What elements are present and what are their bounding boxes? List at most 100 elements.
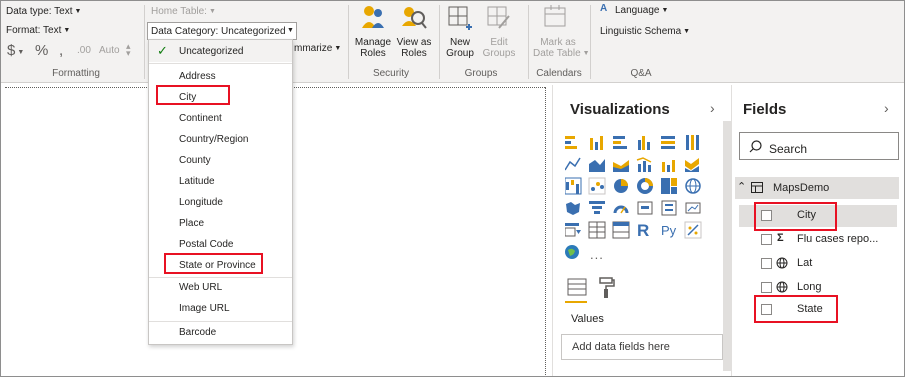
menu-item-address[interactable]: Address bbox=[179, 71, 216, 82]
menu-item-place[interactable]: Place bbox=[179, 218, 204, 229]
line-and-column-chart-icon bbox=[636, 157, 652, 172]
python-visual-icon: Py bbox=[661, 223, 677, 238]
home-table-dropdown[interactable]: Home Table: ▼ bbox=[151, 6, 216, 17]
mark-as-date-table-button[interactable]: Mark as Date Table ▼ bbox=[533, 37, 590, 59]
highlight-box-state-menu bbox=[164, 253, 263, 274]
field-item-flu-cases[interactable]: Σ Flu cases repo... bbox=[739, 229, 899, 251]
field-item-lat[interactable]: Lat bbox=[739, 253, 899, 275]
separator bbox=[590, 5, 591, 79]
stacked-bar-chart-icon bbox=[565, 136, 577, 149]
chevron-right-icon[interactable]: › bbox=[884, 100, 889, 116]
table-icon bbox=[588, 221, 606, 239]
separator bbox=[144, 5, 145, 79]
field-label: Long bbox=[797, 281, 822, 293]
line-and-clustered-column-icon bbox=[662, 160, 675, 172]
checkmark-icon: ✓ bbox=[157, 43, 168, 58]
manage-roles-icon bbox=[362, 6, 384, 28]
linguistic-schema-dropdown[interactable]: Linguistic Schema ▼ bbox=[600, 26, 690, 37]
clustered-bar-chart-icon bbox=[613, 136, 627, 149]
ribbon-chart-icon bbox=[685, 158, 699, 172]
edit-groups-button[interactable]: Edit Groups bbox=[479, 37, 519, 59]
format-dropdown[interactable]: Format: Text ▼ bbox=[6, 25, 70, 36]
chevron-right-icon[interactable]: › bbox=[710, 100, 715, 116]
globe-icon bbox=[776, 281, 788, 293]
highlight-box-state-field bbox=[754, 295, 838, 323]
summarize-dropdown[interactable]: mmarize ▼ bbox=[294, 43, 341, 54]
data-category-dropdown[interactable]: Data Category: Uncategorized ▼ bbox=[147, 22, 297, 40]
menu-item-image-url[interactable]: Image URL bbox=[179, 303, 230, 314]
field-checkbox[interactable] bbox=[761, 258, 772, 269]
menu-item-web-url[interactable]: Web URL bbox=[179, 282, 222, 293]
menu-item-latitude[interactable]: Latitude bbox=[179, 176, 215, 187]
donut-chart-icon bbox=[637, 178, 653, 194]
menu-item-county[interactable]: County bbox=[179, 155, 211, 166]
chevron-down-icon: ▼ bbox=[287, 27, 294, 34]
qa-group-label: Q&A bbox=[630, 68, 652, 79]
calendars-group-label: Calendars bbox=[536, 68, 582, 79]
menu-item-continent[interactable]: Continent bbox=[179, 113, 222, 124]
fields-search-input[interactable] bbox=[739, 132, 899, 160]
edit-groups-icon bbox=[487, 6, 510, 29]
groups-group-label: Groups bbox=[464, 68, 498, 79]
highlight-box-city-menu bbox=[156, 85, 230, 105]
field-checkbox[interactable] bbox=[761, 282, 772, 293]
table-name: MapsDemo bbox=[773, 182, 830, 194]
pie-chart-icon bbox=[614, 179, 628, 193]
funnel-chart-icon bbox=[589, 201, 605, 214]
comma-button[interactable]: , bbox=[59, 42, 63, 59]
paint-roller-icon[interactable] bbox=[599, 277, 615, 299]
svg-text:R: R bbox=[637, 221, 649, 240]
menu-item-postal-code[interactable]: Postal Code bbox=[179, 239, 233, 250]
clustered-column-chart-icon bbox=[638, 136, 650, 150]
menu-separator bbox=[149, 63, 292, 64]
menu-item-country-region[interactable]: Country/Region bbox=[179, 134, 248, 145]
map-icon bbox=[685, 178, 701, 194]
language-icon: A bbox=[600, 3, 608, 14]
separator bbox=[439, 5, 440, 79]
visualizations-title: Visualizations bbox=[570, 101, 670, 118]
svg-text:Py: Py bbox=[661, 223, 677, 238]
security-group-label: Security bbox=[372, 68, 410, 79]
currency-button[interactable]: $ ▼ bbox=[7, 42, 24, 59]
matrix-icon bbox=[612, 221, 630, 239]
scatter-chart-icon bbox=[588, 177, 606, 195]
visual-types-grid[interactable]: R Py bbox=[565, 134, 725, 262]
menu-item-longitude[interactable]: Longitude bbox=[179, 197, 223, 208]
table-row-mapsdemo[interactable]: ⌃ MapsDemo bbox=[735, 177, 899, 199]
new-group-button[interactable]: New Group bbox=[441, 37, 479, 59]
treemap-icon bbox=[661, 178, 677, 194]
formatting-group-label: Formatting bbox=[52, 68, 100, 79]
menu-item-barcode[interactable]: Barcode bbox=[179, 327, 216, 338]
chevron-down-icon: ⌃ bbox=[737, 181, 747, 193]
view-as-roles-button[interactable]: View as Roles bbox=[394, 37, 434, 59]
menu-item-uncategorized[interactable]: Uncategorized bbox=[179, 46, 243, 57]
search-icon bbox=[749, 140, 762, 153]
field-checkbox[interactable] bbox=[761, 234, 772, 245]
language-dropdown[interactable]: Language ▼ bbox=[615, 5, 668, 16]
add-data-fields-dropzone[interactable]: Add data fields here bbox=[561, 334, 723, 360]
highlight-box-city-field bbox=[754, 202, 837, 231]
new-group-icon bbox=[448, 6, 472, 30]
arcgis-map-icon bbox=[565, 245, 579, 259]
canvas-border bbox=[545, 87, 546, 376]
waterfall-chart-icon bbox=[565, 177, 582, 195]
decimal-stepper-icon[interactable]: ▴ ▾ bbox=[126, 42, 131, 58]
more-visuals-button[interactable]: ... bbox=[590, 247, 604, 262]
decimal-places-input[interactable]: Auto bbox=[99, 45, 120, 56]
menu-separator bbox=[149, 321, 292, 322]
ribbon: Data type: Text ▼ Format: Text ▼ $ ▼ % , .0… bbox=[1, 1, 904, 83]
line-chart-icon bbox=[565, 157, 581, 171]
filled-map-icon bbox=[566, 202, 580, 215]
values-well-label: Values bbox=[571, 313, 604, 325]
mark-as-date-table-icon bbox=[544, 5, 566, 27]
data-type-dropdown[interactable]: Data type: Text ▼ bbox=[6, 6, 81, 17]
kpi-icon bbox=[685, 202, 701, 214]
percent-button[interactable]: % bbox=[35, 42, 48, 59]
active-tab-indicator bbox=[565, 301, 587, 303]
gauge-icon bbox=[613, 205, 629, 214]
fields-well-icon[interactable] bbox=[567, 278, 587, 298]
manage-roles-button[interactable]: Manage Roles bbox=[353, 37, 393, 59]
globe-icon bbox=[776, 257, 788, 269]
fields-title: Fields bbox=[743, 101, 787, 118]
app-window: Data type: Text ▼ Format: Text ▼ $ ▼ % , .0… bbox=[0, 0, 905, 377]
